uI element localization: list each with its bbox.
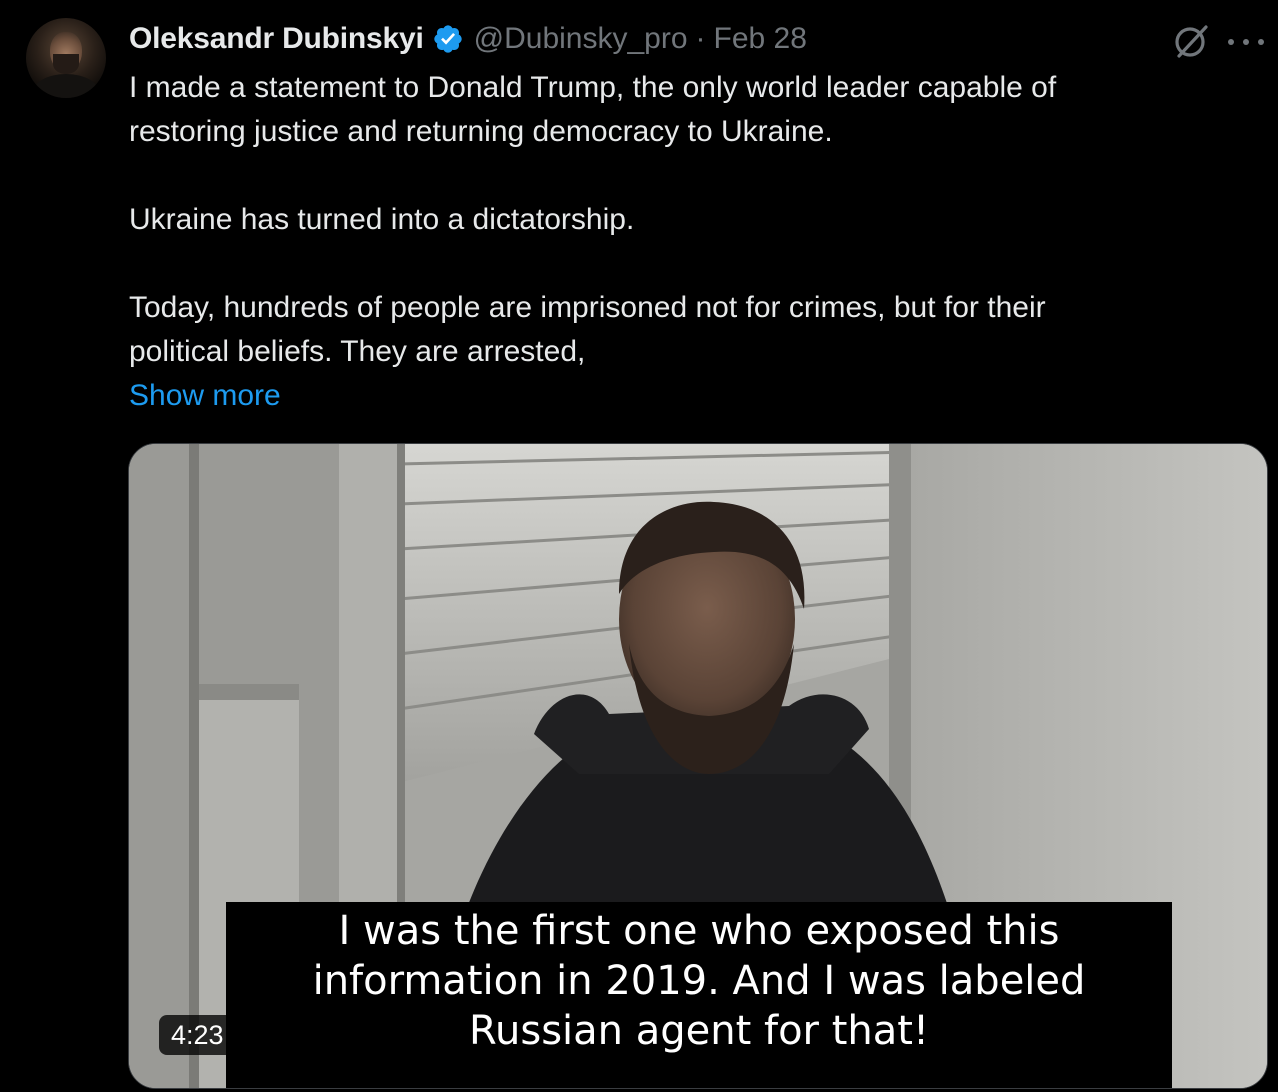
more-icon[interactable]	[1228, 24, 1264, 60]
tweet-line: Ukraine has turned into a dictatorship.	[129, 203, 635, 236]
author-name[interactable]: Oleksandr Dubinskyi	[129, 22, 424, 56]
video-caption: I was the first one who exposed this inf…	[226, 902, 1172, 1088]
tweet-date[interactable]: Feb 28	[714, 22, 807, 56]
separator-dot: ·	[695, 22, 706, 55]
caption-line: Russian agent for that!	[469, 1008, 929, 1054]
tweet-text: I made a statement to Donald Trump, the …	[129, 66, 1249, 418]
caption-line: I was the first one who exposed this	[338, 908, 1060, 954]
tweet-line: restoring justice and returning democrac…	[129, 115, 833, 148]
author-avatar[interactable]	[26, 18, 106, 98]
grok-icon[interactable]	[1170, 22, 1210, 62]
tweet-line: political beliefs. They are arrested,	[129, 335, 586, 368]
author-handle[interactable]: @Dubinsky_pro	[474, 22, 688, 56]
tweet-line: Today, hundreds of people are imprisoned…	[129, 291, 1046, 324]
tweet-line: I made a statement to Donald Trump, the …	[129, 71, 1057, 104]
video-duration-badge: 4:23	[159, 1015, 236, 1055]
verified-badge-icon	[433, 25, 462, 53]
caption-line: information in 2019. And I was labeled	[312, 958, 1086, 1004]
video-player[interactable]: I was the first one who exposed this inf…	[128, 443, 1268, 1089]
show-more-link[interactable]: Show more	[129, 374, 281, 418]
tweet-header: Oleksandr Dubinskyi @Dubinsky_pro · Feb …	[129, 18, 807, 60]
